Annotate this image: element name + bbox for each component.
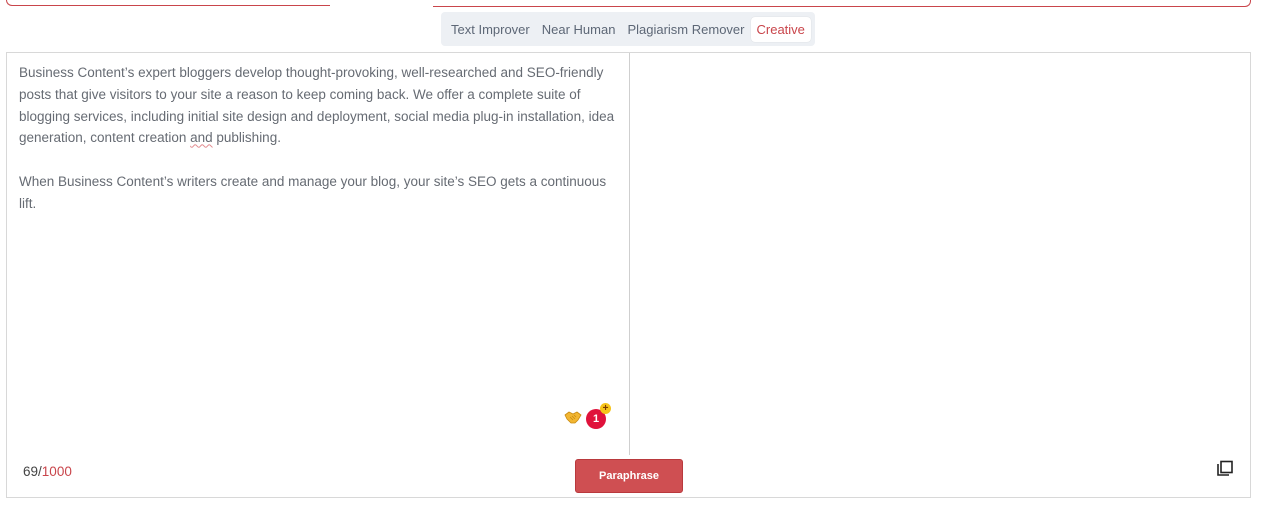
panel-divider[interactable] [629, 53, 630, 455]
input-paragraph-1-start: Business Content’s expert bloggers devel… [19, 65, 618, 146]
tab-near-human[interactable]: Near Human [536, 17, 622, 42]
copy-icon[interactable] [1216, 460, 1234, 478]
extension-icons: 1 + [564, 403, 611, 429]
char-count-current: 69 [23, 464, 39, 479]
tab-creative[interactable]: Creative [750, 16, 811, 42]
paraphraser-panel: Business Content’s expert bloggers devel… [6, 52, 1251, 498]
mode-tabs: Text Improver Near Human Plagiarism Remo… [441, 12, 815, 46]
top-border-left [6, 0, 330, 6]
character-counter: 69/1000 [23, 464, 72, 479]
top-border-right [433, 0, 1251, 7]
paraphrase-button[interactable]: Paraphrase [575, 459, 683, 493]
tab-text-improver[interactable]: Text Improver [445, 17, 536, 42]
handshake-icon[interactable] [564, 410, 582, 429]
badge-count: 1 [592, 413, 600, 425]
badge-plus-icon: + [600, 403, 611, 414]
input-paragraph-2: When Business Content’s writers create a… [19, 173, 610, 211]
char-count-max: 1000 [41, 464, 72, 479]
input-paragraph-1-end: publishing. [212, 130, 281, 146]
spellcheck-flagged-word[interactable]: and [190, 130, 213, 145]
tab-plagiarism-remover[interactable]: Plagiarism Remover [621, 17, 750, 42]
input-textarea[interactable]: Business Content’s expert bloggers devel… [19, 62, 615, 215]
grammar-badge-icon[interactable]: 1 + [586, 403, 611, 429]
